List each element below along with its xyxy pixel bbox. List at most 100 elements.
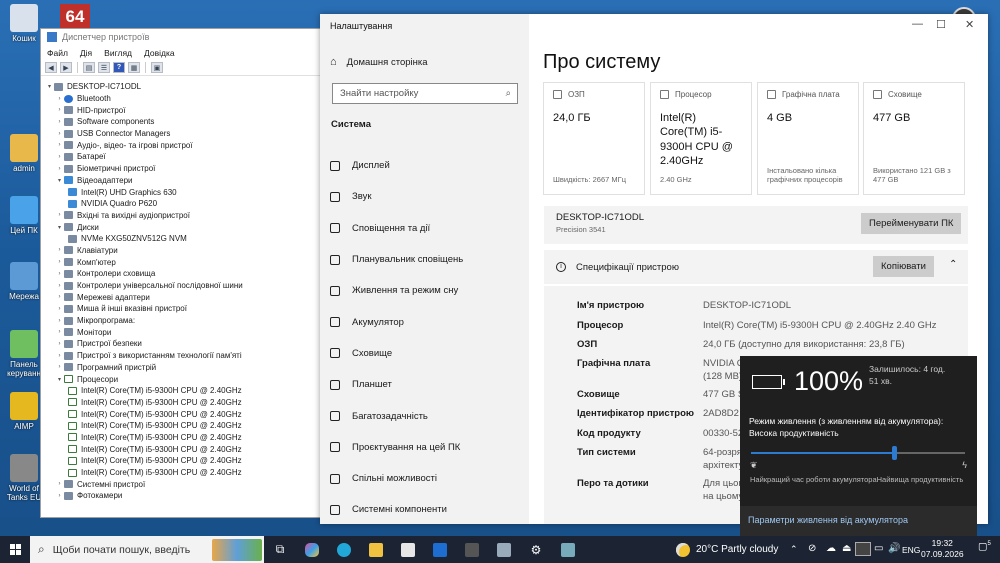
tree-item[interactable]: › Програмний пристрій — [45, 362, 335, 374]
desktop-icon[interactable]: Мережа — [3, 262, 45, 301]
tree-item[interactable]: ▾ Процесори — [45, 373, 335, 385]
chevron-right-icon[interactable]: › — [55, 119, 64, 125]
tree-item[interactable]: NVMe KXG50ZNV512G NVM — [45, 233, 335, 245]
chevron-right-icon[interactable]: › — [55, 481, 64, 487]
chevron-right-icon[interactable]: › — [55, 329, 64, 335]
details-icon[interactable]: ▦ — [128, 62, 140, 73]
volume-icon[interactable]: 🔊 — [888, 543, 900, 554]
chevron-up-icon[interactable]: ⌃ — [790, 544, 798, 555]
tree-item[interactable]: › Клавіатури — [45, 245, 335, 257]
tree-item[interactable]: › Пристрої з використанням технології пам… — [45, 350, 335, 362]
chevron-right-icon[interactable]: › — [55, 294, 64, 300]
chevron-right-icon[interactable]: › — [55, 154, 64, 160]
tree-item[interactable]: Intel(R) Core(TM) i5-9300H CPU @ 2.40GHz — [45, 467, 335, 479]
network-icon[interactable]: ▭ — [874, 543, 883, 554]
nav-item[interactable]: Планшет — [330, 369, 463, 400]
tree-item[interactable]: › Системні пристрої — [45, 478, 335, 490]
device-manager-taskbar-icon[interactable] — [488, 536, 520, 563]
tree-item[interactable]: › HID-пристрої — [45, 104, 335, 116]
nav-item[interactable]: Планувальник сповіщень — [330, 244, 463, 275]
tree-item[interactable]: Intel(R) Core(TM) i5-9300H CPU @ 2.40GHz — [45, 408, 335, 420]
chevron-right-icon[interactable]: › — [55, 364, 64, 370]
menu-help[interactable]: Довідка — [144, 48, 175, 58]
onedrive-icon[interactable]: ☁ — [826, 543, 836, 554]
language-indicator[interactable]: ENG — [902, 545, 920, 555]
settings-gear-icon[interactable]: ⚙ — [520, 536, 552, 563]
menu-action[interactable]: Дія — [80, 48, 92, 58]
tree-item[interactable]: › Вхідні та вихідні аудіопристрої — [45, 210, 335, 222]
chevron-right-icon[interactable]: › — [55, 306, 64, 312]
tree-item[interactable]: › Біометричні пристрої — [45, 163, 335, 175]
chevron-right-icon[interactable]: › — [55, 247, 64, 253]
chevron-down-icon[interactable]: ▾ — [55, 177, 64, 184]
tree-item[interactable]: › Контролери універсальної послідовної ши… — [45, 280, 335, 292]
chevron-right-icon[interactable]: › — [55, 142, 64, 148]
help-icon[interactable]: ? — [113, 62, 125, 73]
desktop-icon[interactable]: Панель керуванн — [3, 330, 45, 378]
home-link[interactable]: ⌂ Домашня сторінка — [330, 56, 428, 68]
chevron-right-icon[interactable]: › — [55, 341, 64, 347]
nav-item[interactable]: Дисплей — [330, 150, 463, 181]
chevron-right-icon[interactable]: › — [55, 131, 64, 137]
desktop-icon[interactable]: Кошик — [3, 4, 45, 43]
store-icon[interactable] — [392, 536, 424, 563]
desktop-icon[interactable]: admin — [3, 134, 45, 173]
scan-hardware-icon[interactable]: ▣ — [151, 62, 163, 73]
tree-item[interactable]: ▾ Відеоадаптери — [45, 175, 335, 187]
battery-tray-icon[interactable] — [855, 542, 871, 556]
copy-button[interactable]: Копіювати — [873, 256, 934, 277]
tree-item[interactable]: › Software components — [45, 116, 335, 128]
nav-item[interactable]: Багатозадачність — [330, 400, 463, 431]
start-button[interactable] — [0, 536, 30, 563]
tree-item[interactable]: › Мікропрограма: — [45, 315, 335, 327]
usb-icon[interactable]: ⏏ — [842, 543, 851, 554]
chevron-right-icon[interactable]: › — [55, 212, 64, 218]
chevron-up-icon[interactable]: ⌃ — [949, 259, 957, 270]
security-icon[interactable]: ⊘ — [808, 543, 816, 554]
desktop-app-badge[interactable]: 64 — [60, 4, 90, 30]
tree-item[interactable]: ▾ Диски — [45, 221, 335, 233]
tree-item[interactable]: › Мережеві адаптери — [45, 291, 335, 303]
nav-item[interactable]: Системні компоненти — [330, 494, 463, 525]
battery-settings-link[interactable]: Параметри живлення від акумулятора — [740, 506, 977, 536]
menu-file[interactable]: Файл — [47, 48, 68, 58]
desktop-icon[interactable]: AIMP — [3, 392, 45, 431]
tree-item[interactable]: › Bluetooth — [45, 93, 335, 105]
remote-desktop-icon[interactable] — [552, 536, 584, 563]
tree-item[interactable]: Intel(R) Core(TM) i5-9300H CPU @ 2.40GHz — [45, 385, 335, 397]
chevron-down-icon[interactable]: ▾ — [45, 83, 54, 90]
tree-item[interactable]: › Пристрої безпеки — [45, 338, 335, 350]
tree-item[interactable]: Intel(R) Core(TM) i5-9300H CPU @ 2.40GHz — [45, 432, 335, 444]
back-icon[interactable]: ◀ — [45, 62, 57, 73]
edge-icon[interactable] — [328, 536, 360, 563]
outlook-icon[interactable] — [424, 536, 456, 563]
chevron-right-icon[interactable]: › — [55, 271, 64, 277]
tree-item[interactable]: Intel(R) Core(TM) i5-9300H CPU @ 2.40GHz — [45, 443, 335, 455]
tree-item[interactable]: Intel(R) UHD Graphics 630 — [45, 186, 335, 198]
tree-item[interactable]: Intel(R) Core(TM) i5-9300H CPU @ 2.40GHz — [45, 455, 335, 467]
file-explorer-icon[interactable] — [360, 536, 392, 563]
tree-item[interactable]: › Батареї — [45, 151, 335, 163]
chevron-right-icon[interactable]: › — [55, 318, 64, 324]
nav-item[interactable]: Спільні можливості — [330, 463, 463, 494]
chevron-right-icon[interactable]: › — [55, 493, 64, 499]
forward-icon[interactable]: ▶ — [60, 62, 72, 73]
nav-item[interactable]: Сховище — [330, 338, 463, 369]
copilot-icon[interactable] — [296, 536, 328, 563]
chevron-down-icon[interactable]: ▾ — [55, 376, 64, 383]
tree-item[interactable]: Intel(R) Core(TM) i5-9300H CPU @ 2.40GHz — [45, 397, 335, 409]
rename-pc-button[interactable]: Перейменувати ПК — [861, 213, 962, 234]
chevron-right-icon[interactable]: › — [55, 166, 64, 172]
chevron-right-icon[interactable]: › — [55, 107, 64, 113]
tree-item[interactable]: › USB Connector Managers — [45, 128, 335, 140]
tree-item[interactable]: › Фотокамери — [45, 490, 335, 502]
weather-widget[interactable]: 20°C Partly cloudy — [676, 536, 778, 563]
desktop-icon[interactable]: World of Tanks EU — [3, 454, 45, 502]
nav-item[interactable]: Акумулятор — [330, 306, 463, 337]
nav-item[interactable]: Звук — [330, 181, 463, 212]
tree-item[interactable]: NVIDIA Quadro P620 — [45, 198, 335, 210]
taskbar-search[interactable]: ⌕ Щоби почати пошук, введіть — [30, 536, 264, 563]
task-view-icon[interactable]: ⧉ — [264, 536, 296, 563]
chevron-right-icon[interactable]: › — [55, 96, 64, 102]
properties-icon[interactable]: ▤ — [83, 62, 95, 73]
